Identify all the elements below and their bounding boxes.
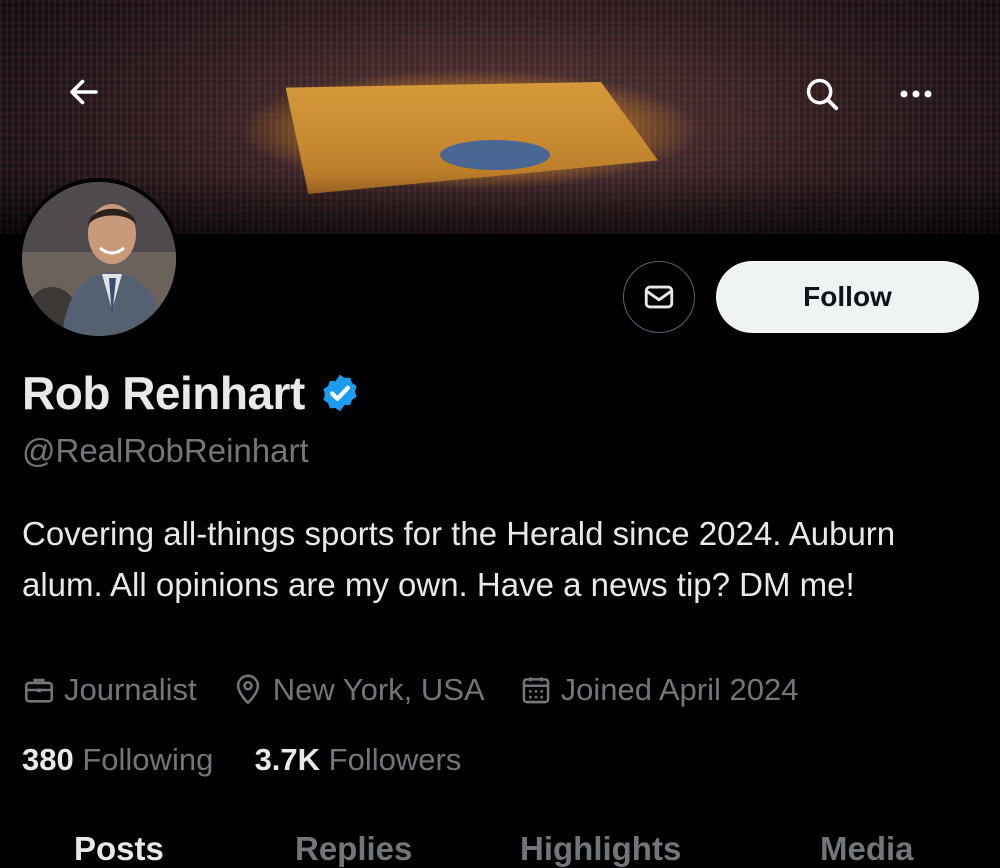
more-button[interactable]: [888, 66, 944, 122]
calendar-icon: [522, 677, 549, 704]
followers-link[interactable]: 3.7K Followers: [255, 742, 462, 777]
back-button[interactable]: [56, 64, 112, 120]
profile-name-row: Rob Reinhart: [22, 366, 361, 420]
location-item: New York, USA: [231, 672, 485, 708]
search-icon: [806, 78, 839, 111]
joined-text: Joined April 2024: [560, 672, 799, 707]
profile-meta: Journalist New York, USA Joined April 20…: [22, 672, 832, 708]
profile-tabs: Posts Replies Highlights Media: [0, 822, 1000, 867]
profile-bio: Covering all-things sports for the Heral…: [22, 515, 896, 603]
tab-highlights[interactable]: Highlights: [520, 830, 681, 868]
following-link[interactable]: 380 Following: [22, 742, 222, 777]
followers-count: 3.7K: [254, 742, 321, 777]
tab-media[interactable]: Media: [820, 830, 914, 868]
profile-avatar[interactable]: [18, 178, 180, 340]
profession-text: Journalist: [64, 672, 197, 707]
follow-counts: 380 Following 3.7K Followers: [22, 742, 461, 778]
verified-badge-icon[interactable]: [319, 372, 361, 414]
banner-court-center: [440, 140, 550, 170]
following-count: 380: [22, 742, 74, 777]
joined-item: Joined April 2024: [519, 672, 799, 708]
location-text: New York, USA: [272, 672, 485, 707]
search-button[interactable]: [794, 66, 850, 122]
display-name: Rob Reinhart: [22, 367, 305, 419]
following-label: Following: [82, 742, 214, 777]
user-handle: @RealRobReinhart: [22, 432, 309, 469]
more-horizontal-icon: [900, 90, 932, 98]
mail-icon: [644, 285, 674, 309]
message-button[interactable]: [623, 261, 695, 333]
follow-button[interactable]: Follow: [716, 261, 979, 333]
tab-replies[interactable]: Replies: [295, 830, 412, 868]
profession-item: Journalist: [22, 672, 197, 708]
briefcase-icon: [24, 678, 54, 703]
avatar-image: [22, 182, 176, 336]
tab-posts[interactable]: Posts: [74, 830, 164, 868]
arrow-left-icon: [70, 79, 98, 105]
location-pin-icon: [236, 674, 259, 705]
followers-label: Followers: [328, 742, 462, 777]
